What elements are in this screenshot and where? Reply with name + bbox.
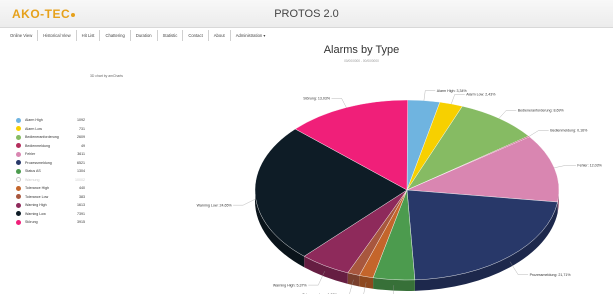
- slice-label-bedienmeldung: Bedienmeldung: 0,16%: [550, 129, 588, 133]
- slice-label-warning-high: Warning High: 5,37%: [273, 283, 308, 287]
- leader-line-bedienmeldung: [528, 130, 549, 137]
- slice-label-fehler: Fehler: 12,03%: [577, 164, 602, 168]
- slice-label-warning-low: Warning Low: 24,65%: [197, 203, 233, 207]
- slice-label-bedieneranforderung: Bedieneranforderung: 8,69%: [518, 109, 565, 113]
- leader-line-fehler: [554, 165, 576, 168]
- pie-slice-prozessmeldung[interactable]: [406, 189, 558, 281]
- leader-line-bedieneranforderung: [498, 110, 517, 119]
- slice-label-alarm-low: Alarm Low: 2,43%: [466, 93, 496, 97]
- pie-slices: [254, 99, 560, 281]
- pie-chart: Alarm High: 3,34%Alarm Low: 2,43% Bediene…: [197, 89, 603, 294]
- slice-label-stoerung: Störung: 13,03%: [303, 97, 331, 101]
- leader-line-stoerung: [331, 98, 347, 108]
- leader-line-alarm-low: [451, 94, 465, 104]
- slice-label-alarm-high: Alarm High: 3,34%: [437, 89, 468, 93]
- slice-label-prozessmeldung: Prozessmeldung: 21,71%: [530, 273, 572, 277]
- leader-line-alarm-high: [423, 90, 436, 101]
- leader-line-warning-low: [233, 199, 256, 206]
